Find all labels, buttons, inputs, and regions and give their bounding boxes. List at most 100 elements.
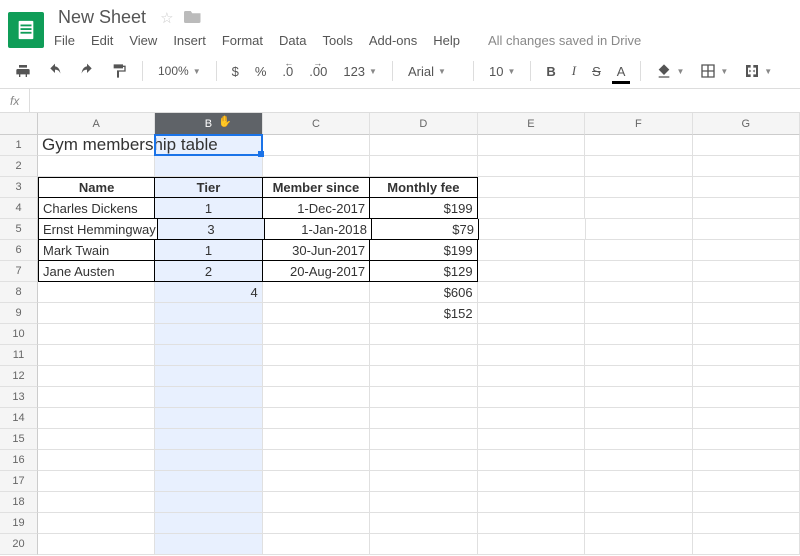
paint-format-button[interactable] xyxy=(106,60,132,82)
cell[interactable] xyxy=(693,492,800,513)
strikethrough-button[interactable]: S xyxy=(587,61,606,82)
menu-insert[interactable]: Insert xyxy=(173,33,206,48)
cell[interactable] xyxy=(38,345,155,366)
cell[interactable] xyxy=(263,345,370,366)
cell[interactable] xyxy=(478,324,585,345)
merge-cells-button[interactable]: ▼ xyxy=(739,60,777,82)
row-header[interactable]: 2 xyxy=(0,156,38,177)
row-header[interactable]: 4 xyxy=(0,198,38,219)
cell[interactable] xyxy=(693,156,800,177)
cell[interactable] xyxy=(585,387,692,408)
row-header[interactable]: 13 xyxy=(0,387,38,408)
cell[interactable] xyxy=(585,303,692,324)
cell[interactable]: 1-Jan-2018 xyxy=(265,219,372,240)
font-size-dropdown[interactable]: 10▼ xyxy=(484,61,520,82)
row-header[interactable]: 6 xyxy=(0,240,38,261)
cell[interactable] xyxy=(478,177,585,198)
cell[interactable] xyxy=(155,345,262,366)
cell[interactable] xyxy=(478,156,585,177)
cell[interactable] xyxy=(370,366,477,387)
cell[interactable] xyxy=(693,366,800,387)
cell[interactable]: 4 xyxy=(155,282,262,303)
cell[interactable] xyxy=(155,387,262,408)
column-header-c[interactable]: C xyxy=(263,113,370,135)
menu-data[interactable]: Data xyxy=(279,33,306,48)
menu-addons[interactable]: Add-ons xyxy=(369,33,417,48)
menu-tools[interactable]: Tools xyxy=(322,33,352,48)
cell[interactable] xyxy=(263,471,370,492)
cell[interactable] xyxy=(38,471,155,492)
column-header-d[interactable]: D xyxy=(370,113,477,135)
cell[interactable]: Monthly fee xyxy=(370,177,477,198)
cell[interactable]: Name xyxy=(38,177,155,198)
row-header[interactable]: 10 xyxy=(0,324,38,345)
cell[interactable] xyxy=(370,450,477,471)
row-header[interactable]: 7 xyxy=(0,261,38,282)
cell[interactable] xyxy=(370,135,477,156)
cell[interactable] xyxy=(693,450,800,471)
formula-input[interactable] xyxy=(30,89,800,112)
cell[interactable] xyxy=(478,492,585,513)
column-header-a[interactable]: A xyxy=(38,113,155,135)
cell[interactable] xyxy=(478,345,585,366)
font-family-dropdown[interactable]: Arial▼ xyxy=(403,61,463,82)
text-color-button[interactable]: A xyxy=(612,61,631,82)
cell[interactable] xyxy=(155,513,262,534)
cell[interactable]: Ernst Hemmingway xyxy=(38,219,158,240)
cell[interactable] xyxy=(263,534,370,555)
cell[interactable]: $199 xyxy=(370,198,477,219)
cell[interactable]: 1-Dec-2017 xyxy=(263,198,370,219)
cell[interactable]: Tier xyxy=(155,177,262,198)
cell[interactable] xyxy=(478,261,585,282)
cell[interactable] xyxy=(693,135,800,156)
cell[interactable]: Mark Twain xyxy=(38,240,155,261)
cell[interactable] xyxy=(478,240,585,261)
star-icon[interactable]: ☆ xyxy=(160,9,173,27)
cell[interactable] xyxy=(693,387,800,408)
cell[interactable] xyxy=(478,282,585,303)
cell[interactable] xyxy=(693,408,800,429)
cell[interactable] xyxy=(263,513,370,534)
print-button[interactable] xyxy=(10,60,36,82)
cell[interactable] xyxy=(693,261,800,282)
format-currency-button[interactable]: $ xyxy=(227,61,244,82)
cell[interactable] xyxy=(38,408,155,429)
cell[interactable] xyxy=(370,534,477,555)
cell[interactable] xyxy=(263,324,370,345)
row-header[interactable]: 19 xyxy=(0,513,38,534)
cell[interactable] xyxy=(38,324,155,345)
menu-format[interactable]: Format xyxy=(222,33,263,48)
column-header-f[interactable]: F xyxy=(585,113,692,135)
cell[interactable] xyxy=(478,429,585,450)
cell[interactable] xyxy=(263,387,370,408)
select-all-corner[interactable] xyxy=(0,113,38,135)
row-header[interactable]: 8 xyxy=(0,282,38,303)
increase-decimal-button[interactable]: →.00 xyxy=(304,61,332,82)
cell[interactable] xyxy=(370,513,477,534)
cell[interactable] xyxy=(155,450,262,471)
row-header[interactable]: 17 xyxy=(0,471,38,492)
cell[interactable] xyxy=(585,282,692,303)
zoom-dropdown[interactable]: 100%▼ xyxy=(153,61,206,81)
row-header[interactable]: 5 xyxy=(0,219,38,240)
borders-button[interactable]: ▼ xyxy=(695,60,733,82)
cell[interactable] xyxy=(370,156,477,177)
cell[interactable]: $79 xyxy=(372,219,479,240)
cell[interactable] xyxy=(585,471,692,492)
cell[interactable]: $199 xyxy=(370,240,477,261)
bold-button[interactable]: B xyxy=(541,61,560,82)
cell[interactable]: $129 xyxy=(370,261,477,282)
cell[interactable] xyxy=(478,408,585,429)
cell[interactable] xyxy=(155,534,262,555)
cell[interactable] xyxy=(585,450,692,471)
cell[interactable] xyxy=(38,513,155,534)
cell[interactable] xyxy=(478,534,585,555)
cell[interactable] xyxy=(155,429,262,450)
redo-button[interactable] xyxy=(74,60,100,82)
cell[interactable] xyxy=(370,471,477,492)
cell[interactable] xyxy=(585,534,692,555)
row-header[interactable]: 15 xyxy=(0,429,38,450)
cell[interactable] xyxy=(585,261,692,282)
row-header[interactable]: 1 xyxy=(0,135,38,156)
cell[interactable] xyxy=(693,345,800,366)
